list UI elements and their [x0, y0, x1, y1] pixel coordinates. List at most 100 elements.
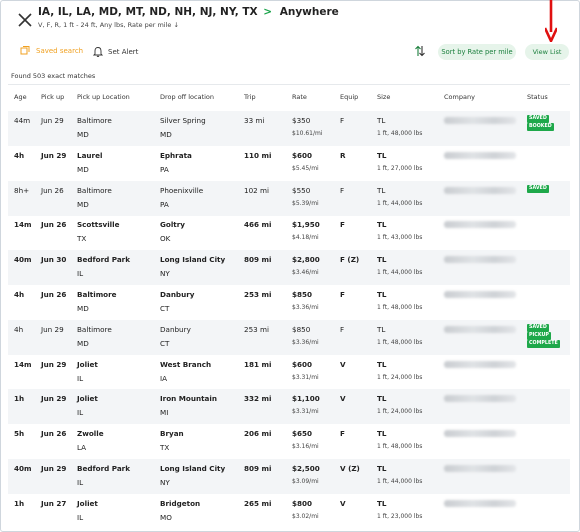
cell-size-detail: 1 ft, 48,000 lbs	[377, 130, 423, 137]
cell-dropoff-city: Ephrata	[160, 150, 192, 160]
cell-size-detail: 1 ft, 48,000 lbs	[377, 338, 423, 346]
company-name-blurred	[444, 395, 516, 403]
cell-rate-per-mile: $3.31/mi	[292, 408, 319, 416]
col-trip[interactable]: Trip	[244, 93, 256, 101]
table-row[interactable]: 4h Jun 29 Laurel MD Ephrata PA 110 mi $600 $5.45…	[8, 146, 570, 181]
cell-equip: V	[340, 394, 346, 404]
status-badge: PICKUP	[527, 331, 551, 340]
cell-equip: F	[340, 116, 345, 125]
cell-dropoff-state: MI	[160, 408, 169, 418]
col-dropoff-location[interactable]: Drop off location	[160, 93, 214, 101]
col-company[interactable]: Company	[444, 93, 475, 101]
table-row[interactable]: 4h Jun 29 Baltimore MD Danbury CT 253 mi $850 $3…	[8, 319, 570, 355]
cell-size-detail: 1 ft, 48,000 lbs	[377, 443, 423, 451]
cell-rate: $1,100	[292, 394, 320, 404]
table-row[interactable]: 5h Jun 26 Zwolle LA Bryan TX 206 mi $650 $3.16/m…	[8, 424, 570, 459]
search-subtitle: V, F, R, 1 ft - 24 ft, Any lbs, Rate per…	[38, 21, 179, 29]
cell-dropoff-state: TX	[160, 443, 170, 453]
cell-size-detail: 1 ft, 24,000 lbs	[377, 408, 423, 416]
cell-equip: R	[340, 150, 346, 160]
cell-rate-per-mile: $3.46/mi	[292, 269, 319, 277]
col-pickup-location[interactable]: Pick up Location	[77, 93, 130, 101]
cell-trip: 181 mi	[244, 359, 272, 369]
cell-size: TL	[377, 220, 387, 230]
saved-search-button[interactable]: Saved search	[20, 46, 83, 56]
close-icon[interactable]	[15, 10, 35, 30]
cell-size: TL	[377, 255, 387, 265]
cell-rate: $550	[292, 185, 311, 195]
company-name-blurred	[444, 117, 516, 124]
table-row[interactable]: 4h Jun 26 Baltimore MD Danbury CT 253 mi $850 $3…	[8, 285, 570, 320]
cell-rate-per-mile: $3.31/mi	[292, 373, 319, 381]
cell-age: 4h	[14, 290, 25, 299]
cell-age: 4h	[14, 150, 25, 160]
cell-age: 40m	[14, 464, 32, 473]
cell-pickup-city: Joliet	[77, 498, 98, 508]
cell-rate: $350	[292, 116, 311, 125]
status-badge: SAVED	[527, 115, 549, 123]
table-row[interactable]: 1h Jun 27 Joliet IL Bridgeton MO 265 mi $800 $3.…	[8, 494, 570, 529]
cell-rate: $850	[292, 290, 313, 299]
table-row[interactable]: 8h+ Jun 26 Baltimore MD Phoenixville PA 102 mi…	[8, 180, 570, 216]
cell-rate: $650	[292, 429, 313, 439]
col-equip[interactable]: Equip	[340, 93, 358, 101]
set-alert-button[interactable]: Set Alert	[93, 46, 138, 57]
cell-pickup-date: Jun 30	[41, 255, 67, 265]
table-row[interactable]: 14m Jun 26 Scottsville TX Goltry OK 466 mi $1,9…	[8, 215, 570, 250]
cell-size-detail: 1 ft, 23,000 lbs	[377, 512, 423, 520]
cell-rate-per-mile: $5.39/mi	[292, 199, 319, 207]
divider	[8, 84, 570, 85]
table-row[interactable]: 44m Jun 29 Baltimore MD Silver Spring MD 33 mi…	[8, 111, 570, 146]
col-size[interactable]: Size	[377, 93, 390, 101]
table-row[interactable]: 14m Jun 29 Joliet IL West Branch IA 181 mi $600…	[8, 355, 570, 390]
cell-rate-per-mile: $3.36/mi	[292, 338, 319, 346]
cell-size-detail: 1 ft, 24,000 lbs	[377, 373, 423, 381]
title-arrow: >	[263, 6, 273, 18]
col-rate[interactable]: Rate	[292, 93, 307, 101]
table-row[interactable]: 40m Jun 30 Bedford Park IL Long Island City N…	[8, 250, 570, 286]
cell-pickup-city: Baltimore	[77, 116, 112, 125]
status-badge: SAVED	[527, 184, 549, 193]
cell-dropoff-state: CT	[160, 338, 170, 348]
cell-dropoff-state: MD	[160, 130, 172, 139]
cell-equip: V	[340, 498, 346, 508]
cell-equip: F	[340, 220, 345, 230]
table-row[interactable]: 40m Jun 29 Bedford Park IL Long Island City N…	[8, 459, 570, 494]
col-status[interactable]: Status	[527, 93, 548, 101]
cell-pickup-state: MD	[77, 164, 89, 174]
cell-dropoff-city: Long Island City	[160, 464, 226, 473]
col-pickup[interactable]: Pick up	[41, 93, 64, 101]
cell-trip: 809 mi	[244, 255, 272, 265]
saved-search-icon	[20, 46, 30, 55]
cell-size: TL	[377, 324, 386, 334]
bell-icon	[93, 47, 103, 57]
cell-pickup-state: IL	[77, 373, 84, 383]
cell-pickup-state: IL	[77, 512, 84, 522]
col-age[interactable]: Age	[14, 93, 27, 101]
view-list-button[interactable]: View List	[525, 44, 569, 60]
cell-pickup-date: Jun 27	[41, 498, 67, 508]
cell-dropoff-city: Bryan	[160, 429, 184, 439]
cell-dropoff-city: West Branch	[160, 359, 212, 369]
sort-by-rate-button[interactable]: Sort by Rate per mile	[438, 44, 516, 60]
company-name-blurred	[444, 291, 516, 298]
cell-rate-per-mile: $10.61/mi	[292, 130, 323, 137]
cell-size: TL	[377, 359, 387, 369]
cell-size-detail: 1 ft, 44,000 lbs	[377, 478, 423, 485]
red-annotation-arrow-icon	[545, 0, 557, 42]
company-name-blurred	[444, 221, 516, 229]
sort-arrows-icon[interactable]	[414, 45, 426, 57]
cell-dropoff-city: Goltry	[160, 220, 185, 230]
cell-dropoff-state: OK	[160, 234, 171, 244]
cell-pickup-state: MD	[77, 304, 89, 313]
cell-age: 40m	[14, 255, 32, 265]
cell-dropoff-city: Danbury	[160, 290, 195, 299]
cell-equip: V	[340, 359, 346, 369]
cell-dropoff-state: NY	[160, 269, 170, 279]
cell-dropoff-city: Danbury	[160, 324, 191, 334]
cell-rate: $2,800	[292, 255, 320, 265]
cell-size: TL	[377, 394, 387, 404]
cell-trip: 102 mi	[244, 185, 270, 195]
table-row[interactable]: 1h Jun 29 Joliet IL Iron Mountain MI 332 mi $1,…	[8, 389, 570, 425]
cell-rate: $600	[292, 359, 313, 369]
